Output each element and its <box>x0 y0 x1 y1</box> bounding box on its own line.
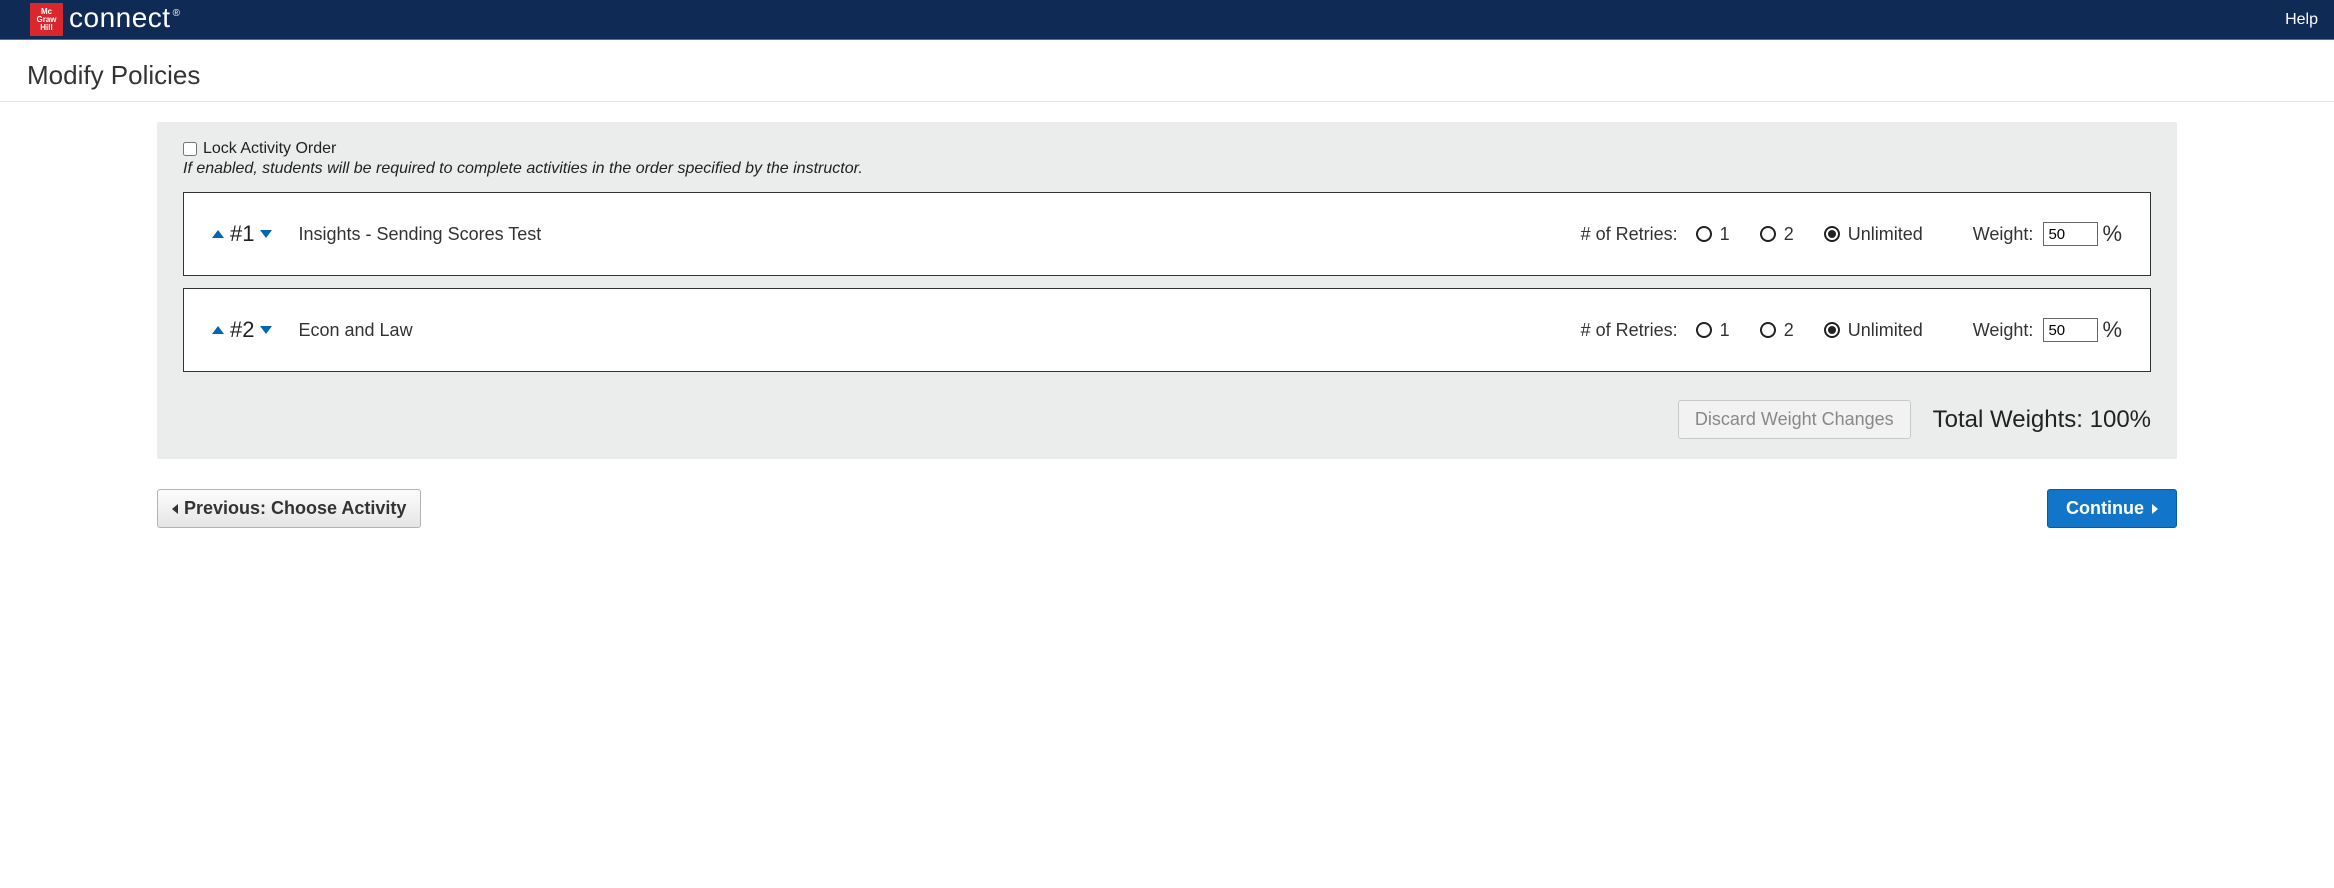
move-up-icon[interactable] <box>212 326 224 334</box>
page-title: Modify Policies <box>0 40 2334 102</box>
activity-row: #2 Econ and Law # of Retries: 1 2 <box>183 288 2151 372</box>
radio-icon-selected <box>1824 322 1840 338</box>
order-controls: #2 <box>212 317 272 343</box>
order-controls: #1 <box>212 221 272 247</box>
policies-panel: Lock Activity Order If enabled, students… <box>157 122 2177 459</box>
panel-footer: Discard Weight Changes Total Weights: 10… <box>183 400 2151 439</box>
activity-title: Insights - Sending Scores Test <box>298 224 1580 245</box>
order-number: #1 <box>230 221 254 247</box>
retries-radio-1[interactable]: 1 <box>1696 320 1730 341</box>
brand: McGrawHill connect® <box>0 0 180 39</box>
retries-section: # of Retries: 1 2 Unlimited <box>1581 224 1953 245</box>
weight-section: Weight: % <box>1973 221 2122 247</box>
radio-label: 1 <box>1720 320 1730 341</box>
retries-label: # of Retries: <box>1581 224 1678 245</box>
top-nav-bar: McGrawHill connect® Help <box>0 0 2334 40</box>
previous-button[interactable]: Previous: Choose Activity <box>157 489 421 528</box>
continue-button-label: Continue <box>2066 498 2144 519</box>
total-weights-label: Total Weights: 100% <box>1933 406 2151 434</box>
move-up-icon[interactable] <box>212 230 224 238</box>
weight-section: Weight: % <box>1973 317 2122 343</box>
discard-weight-button[interactable]: Discard Weight Changes <box>1678 400 1911 439</box>
retries-radio-unlimited[interactable]: Unlimited <box>1824 224 1923 245</box>
retries-radio-unlimited[interactable]: Unlimited <box>1824 320 1923 341</box>
retries-label: # of Retries: <box>1581 320 1678 341</box>
lock-order-checkbox[interactable] <box>183 142 197 156</box>
radio-icon <box>1696 322 1712 338</box>
caret-right-icon <box>2152 504 2158 514</box>
mcgraw-hill-logo: McGrawHill <box>30 3 63 36</box>
retries-radio-1[interactable]: 1 <box>1696 224 1730 245</box>
lock-order-label: Lock Activity Order <box>203 140 336 158</box>
brand-name: connect® <box>69 2 180 34</box>
radio-label: 2 <box>1784 224 1794 245</box>
radio-icon <box>1696 226 1712 242</box>
retries-radio-group: 1 2 Unlimited <box>1696 320 1953 341</box>
move-down-icon[interactable] <box>260 230 272 238</box>
previous-button-label: Previous: Choose Activity <box>184 498 406 519</box>
retries-radio-2[interactable]: 2 <box>1760 224 1794 245</box>
weight-input[interactable] <box>2043 222 2098 246</box>
activity-title: Econ and Law <box>298 320 1580 341</box>
lock-order-row: Lock Activity Order <box>183 140 2151 158</box>
brand-text: connect <box>69 2 171 33</box>
radio-label: Unlimited <box>1848 224 1923 245</box>
lock-order-hint: If enabled, students will be required to… <box>183 160 2151 178</box>
page-actions: Previous: Choose Activity Continue <box>157 489 2177 528</box>
radio-icon-selected <box>1824 226 1840 242</box>
registered-mark: ® <box>173 8 181 19</box>
radio-label: 2 <box>1784 320 1794 341</box>
help-link[interactable]: Help <box>2285 11 2318 29</box>
caret-left-icon <box>172 504 178 514</box>
radio-icon <box>1760 226 1776 242</box>
weight-label: Weight: <box>1973 224 2034 245</box>
radio-icon <box>1760 322 1776 338</box>
radio-label: Unlimited <box>1848 320 1923 341</box>
order-number: #2 <box>230 317 254 343</box>
continue-button[interactable]: Continue <box>2047 489 2177 528</box>
retries-radio-2[interactable]: 2 <box>1760 320 1794 341</box>
radio-label: 1 <box>1720 224 1730 245</box>
activity-row: #1 Insights - Sending Scores Test # of R… <box>183 192 2151 276</box>
weight-label: Weight: <box>1973 320 2034 341</box>
retries-section: # of Retries: 1 2 Unlimited <box>1581 320 1953 341</box>
percent-symbol: % <box>2102 221 2122 247</box>
retries-radio-group: 1 2 Unlimited <box>1696 224 1953 245</box>
weight-input[interactable] <box>2043 318 2098 342</box>
move-down-icon[interactable] <box>260 326 272 334</box>
content-wrap: Lock Activity Order If enabled, students… <box>0 102 2334 548</box>
percent-symbol: % <box>2102 317 2122 343</box>
